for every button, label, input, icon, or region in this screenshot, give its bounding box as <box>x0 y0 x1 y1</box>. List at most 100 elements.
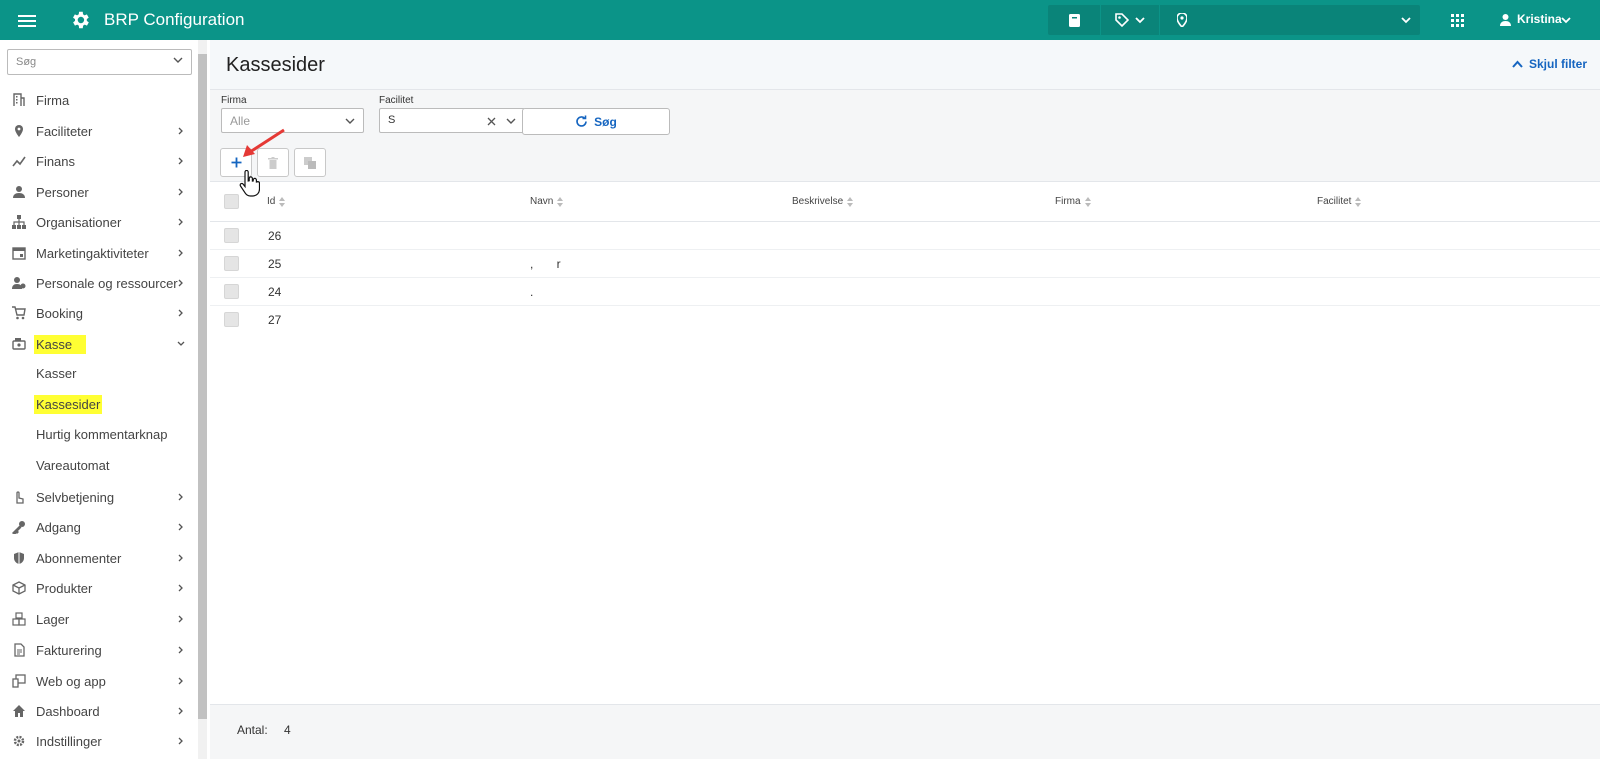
top-bar: BRP Configuration Kristina <box>0 0 1600 40</box>
sidebar-item-label: Personale og ressourcer <box>36 275 178 291</box>
staff-icon <box>12 277 26 289</box>
chevron-down-icon[interactable] <box>1134 0 1146 40</box>
sidebar-item-personale-og-ressourcer[interactable]: Personale og ressourcer <box>0 268 198 298</box>
chevron-right-icon <box>178 279 183 287</box>
person-icon <box>13 186 25 198</box>
delete-button[interactable] <box>257 148 289 177</box>
chevron-right-icon <box>178 249 183 257</box>
sidebar-scrollbar-thumb[interactable] <box>198 54 207 719</box>
search-button[interactable]: Søg <box>522 108 670 135</box>
sidebar-item-firma[interactable]: Firma <box>0 85 198 115</box>
sidebar-subitem-label: Vareautomat <box>36 458 110 473</box>
sort-icon <box>1355 196 1362 207</box>
cell-id: 26 <box>268 229 282 243</box>
table-footer: Antal: 4 <box>210 704 1600 759</box>
user-icon[interactable] <box>1499 0 1511 40</box>
chevron-right-icon <box>178 677 183 685</box>
topbar-tools <box>1048 5 1420 35</box>
sidebar-item-adgang[interactable]: Adgang <box>0 512 198 542</box>
column-header-firma[interactable]: Firma <box>1055 196 1091 207</box>
boxes-icon <box>12 612 26 626</box>
chevron-down-icon <box>177 341 185 346</box>
chevron-right-icon <box>178 523 183 531</box>
devices-icon <box>12 674 26 688</box>
table-row[interactable]: 26 <box>210 222 1600 250</box>
row-checkbox[interactable] <box>224 228 239 243</box>
sidebar-item-marketingaktiviteter[interactable]: Marketingaktiviteter <box>0 238 198 268</box>
book-icon[interactable] <box>1066 0 1082 40</box>
chevron-right-icon <box>178 646 183 654</box>
row-checkbox[interactable] <box>224 284 239 299</box>
home-icon <box>13 705 25 717</box>
column-header-facilitet[interactable]: Facilitet <box>1317 196 1362 207</box>
user-menu-chevron-icon[interactable] <box>1560 0 1572 40</box>
row-checkbox[interactable] <box>224 256 239 271</box>
chevron-down-icon[interactable] <box>173 57 183 64</box>
column-header-label: Facilitet <box>1317 196 1352 207</box>
facilitet-filter-label: Facilitet <box>379 95 414 106</box>
trash-icon <box>268 156 278 169</box>
hide-filter-label: Skjul filter <box>1529 57 1588 71</box>
column-header-navn[interactable]: Navn <box>530 196 564 207</box>
cell-id: 25 <box>268 257 282 271</box>
clear-icon[interactable] <box>487 117 496 126</box>
table-header: Id Navn Beskrivelse Firma Facilitet <box>210 182 1600 222</box>
cell-navn: , r <box>530 257 561 271</box>
column-header-id[interactable]: Id <box>267 196 286 207</box>
table-row[interactable]: 24 . <box>210 278 1600 306</box>
sidebar-item-personer[interactable]: Personer <box>0 177 198 207</box>
cell-id: 27 <box>268 313 282 327</box>
chevron-down-icon <box>506 118 516 124</box>
sidebar-item-produkter[interactable]: Produkter <box>0 573 198 603</box>
table-row[interactable]: 25 , r <box>210 250 1600 278</box>
facilitet-select[interactable]: S <box>379 108 525 133</box>
sidebar-item-booking[interactable]: Booking <box>0 298 198 328</box>
cash-register-icon <box>12 338 26 350</box>
sidebar-search[interactable] <box>7 49 192 75</box>
sidebar-item-label: Web og app <box>36 673 106 689</box>
sidebar-subitem-label: Kasser <box>36 366 77 381</box>
menu-icon[interactable] <box>18 12 36 28</box>
select-all-checkbox[interactable] <box>224 194 239 209</box>
location-pin-icon[interactable] <box>1176 0 1188 40</box>
sidebar-search-input[interactable] <box>8 50 158 74</box>
sidebar-subitem-kasser[interactable]: Kasser <box>0 359 198 389</box>
sidebar-item-label: Organisationer <box>36 214 122 230</box>
sidebar-item-selvbetjening[interactable]: Selvbetjening <box>0 482 198 512</box>
column-header-beskrivelse[interactable]: Beskrivelse <box>792 196 854 207</box>
chevron-right-icon <box>178 615 183 623</box>
hide-filter-button[interactable]: Skjul filter <box>1512 57 1587 71</box>
sidebar-item-web-og-app[interactable]: Web og app <box>0 666 198 696</box>
sidebar-subitem-vareautomat[interactable]: Vareautomat <box>0 451 198 481</box>
sort-icon <box>847 196 854 207</box>
sidebar-item-label: Produkter <box>36 580 93 596</box>
sidebar-item-label: Finans <box>36 153 76 169</box>
row-checkbox[interactable] <box>224 312 239 327</box>
sidebar-item-dashboard[interactable]: Dashboard <box>0 696 198 726</box>
sidebar-item-indstillinger[interactable]: Indstillinger <box>0 726 198 756</box>
building-icon <box>13 93 25 106</box>
sidebar-item-label: Indstillinger <box>36 733 102 749</box>
location-dropdown-chevron-icon[interactable] <box>1400 0 1412 40</box>
tags-icon[interactable] <box>1114 0 1130 40</box>
sidebar-item-abonnementer[interactable]: Abonnementer <box>0 543 198 573</box>
sidebar-subitem-label: Hurtig kommentarknap <box>36 427 168 442</box>
sidebar-subitem-hurtig-kommentarknap[interactable]: Hurtig kommentarknap <box>0 420 198 450</box>
sidebar-item-organisationer[interactable]: Organisationer <box>0 207 198 237</box>
sidebar-item-finans[interactable]: Finans <box>0 146 198 176</box>
sidebar-item-kasse[interactable]: Kasse <box>0 329 198 359</box>
user-name[interactable]: Kristina <box>1517 12 1562 26</box>
sidebar-item-fakturering[interactable]: Fakturering <box>0 635 198 665</box>
sidebar-item-lager[interactable]: Lager <box>0 604 198 634</box>
chevron-right-icon <box>178 493 183 501</box>
add-button[interactable] <box>220 148 252 177</box>
gear-icon <box>13 735 25 747</box>
copy-button[interactable] <box>294 148 326 177</box>
cell-id: 24 <box>268 285 282 299</box>
apps-grid-icon[interactable] <box>1450 0 1464 40</box>
table-row[interactable]: 27 <box>210 306 1600 334</box>
sidebar-subitem-kassesider[interactable]: Kassesider <box>0 390 198 420</box>
sidebar-item-faciliteter[interactable]: Faciliteter <box>0 116 198 146</box>
sidebar: Firma Faciliteter Finans Personer Organi… <box>0 40 198 759</box>
firma-select[interactable]: Alle <box>221 108 364 133</box>
